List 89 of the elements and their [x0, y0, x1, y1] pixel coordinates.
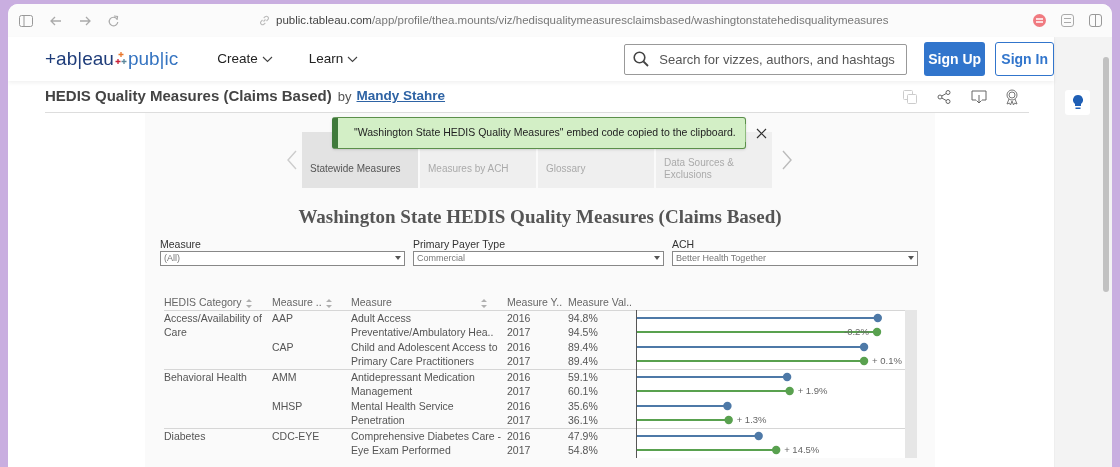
split-view-icon[interactable]: [1089, 14, 1102, 27]
code-cell-text: AMM: [272, 369, 298, 384]
measure-cell-text: Mental Health Service: [351, 398, 455, 413]
filter-dropdown[interactable]: (All): [160, 250, 405, 266]
value-cell-text: 94.5%: [568, 325, 599, 340]
column-header[interactable]: Measure: [351, 295, 507, 311]
viz-title: HEDIS Quality Measures (Claims Based): [45, 86, 332, 107]
change-label: + 14.5%: [784, 443, 820, 457]
chevron-icon: [261, 55, 273, 63]
measure-cell-text: Preventative/Ambulatory Hea..: [351, 325, 495, 340]
by-label: by: [337, 87, 352, 106]
tableau-public-logo[interactable]: +ab|eau pub|ic: [45, 44, 179, 74]
measure-cell-text: Adult Access: [351, 310, 413, 325]
code-cell-text: AAP: [272, 310, 294, 325]
code-cell-text: MHSP: [272, 398, 304, 413]
scrollbar-thumb[interactable]: [1103, 57, 1109, 292]
value-cell-text: 36.1%: [568, 413, 599, 428]
close-button[interactable]: [755, 126, 767, 140]
chart-scrollbar[interactable]: [905, 309, 917, 458]
chevron-icon: [347, 55, 359, 63]
sign-up-button[interactable]: Sign Up: [924, 42, 986, 76]
sidebar-icon[interactable]: [19, 14, 33, 27]
year-cell-text: 2017: [507, 413, 532, 428]
dropdown-arrow-icon: [908, 256, 914, 260]
category-cell-text: Behavioral Health: [164, 369, 248, 385]
sort-icon[interactable]: [481, 298, 487, 308]
value-cell-text: 94.8%: [568, 310, 599, 325]
sparkle-icon: [114, 52, 127, 66]
sliders-icon[interactable]: [1061, 14, 1074, 27]
back-icon[interactable]: [50, 15, 62, 26]
year-cell-text: 2017: [507, 325, 532, 340]
copy-icon[interactable]: [903, 89, 917, 104]
nav-menu[interactable]: Learn: [308, 48, 359, 70]
filter-dropdown[interactable]: Better Health Together: [672, 250, 918, 266]
search-icon: [633, 50, 650, 67]
change-label: + 0.1%: [872, 354, 902, 368]
sort-icon[interactable]: [245, 298, 252, 308]
measure-cell-text: Primary Care Practitioners: [351, 354, 476, 369]
measure-cell-text: Penetration: [351, 413, 406, 428]
link-icon: [259, 15, 270, 26]
year-cell-text: 2016: [507, 428, 532, 443]
extension-icon[interactable]: [1033, 14, 1046, 27]
dropdown-arrow-icon: [654, 256, 660, 260]
category-cell-text: Access/Availability of Care: [164, 310, 263, 340]
lightbulb-icon[interactable]: [1072, 95, 1083, 110]
search-field[interactable]: Search for vizzes, authors, and hashtags: [624, 43, 908, 75]
measure-cell-text: Management: [351, 384, 414, 399]
measure-cell-text: Antidepressant Medication: [351, 369, 476, 384]
filter-label: ACH: [672, 236, 696, 251]
column-header[interactable]: Measure Val..: [568, 295, 636, 311]
year-cell-text: 2017: [507, 443, 532, 458]
code-cell-text: CDC-EYE: [272, 428, 321, 443]
year-cell-text: 2017: [507, 384, 532, 399]
measure-cell-text: Eye Exam Performed: [351, 443, 452, 458]
change-label: + 1.3%: [736, 413, 767, 427]
column-header[interactable]: Measure Y..: [507, 295, 568, 311]
code-cell-text: CAP: [272, 339, 295, 354]
filter-label: Primary Payer Type: [413, 236, 506, 251]
nav-menu[interactable]: Create: [217, 48, 273, 70]
dashboard-title: Washington State HEDIS Quality Measures (Claims Based): [297, 205, 783, 229]
value-cell-text: 47.9%: [568, 428, 599, 443]
author-link[interactable]: Mandy Stahre: [356, 86, 446, 107]
sort-icon[interactable]: [325, 298, 332, 308]
value-cell-text: 35.6%: [568, 398, 599, 413]
measure-cell-text: Child and Adolescent Access to: [351, 339, 499, 354]
value-cell-text: 54.8%: [568, 443, 599, 458]
value-cell-text: 89.4%: [568, 339, 599, 354]
year-cell-text: 2016: [507, 310, 532, 325]
category-cell-text: Diabetes: [164, 428, 207, 444]
year-cell-text: 2016: [507, 339, 532, 354]
forward-icon[interactable]: [79, 15, 91, 26]
column-header[interactable]: HEDIS Category: [164, 295, 272, 311]
year-cell-text: 2017: [507, 354, 532, 369]
share-icon[interactable]: [937, 89, 951, 104]
value-cell-text: 59.1%: [568, 369, 599, 384]
year-cell-text: 2016: [507, 369, 532, 384]
download-icon[interactable]: [971, 89, 987, 104]
dropdown-arrow-icon: [395, 256, 401, 260]
award-icon[interactable]: [1005, 88, 1019, 105]
reload-icon[interactable]: [108, 14, 119, 27]
filter-label: Measure: [160, 236, 202, 251]
value-cell-text: 89.4%: [568, 354, 599, 369]
change-label: + 1.9%: [797, 384, 828, 398]
column-header[interactable]: Measure ..: [272, 295, 351, 311]
year-cell-text: 2016: [507, 398, 532, 413]
value-cell-text: 60.1%: [568, 384, 599, 399]
measure-cell-text: Comprehensive Diabetes Care -: [351, 428, 502, 443]
close-icon: [755, 127, 767, 139]
filter-dropdown[interactable]: Commercial: [413, 250, 664, 266]
